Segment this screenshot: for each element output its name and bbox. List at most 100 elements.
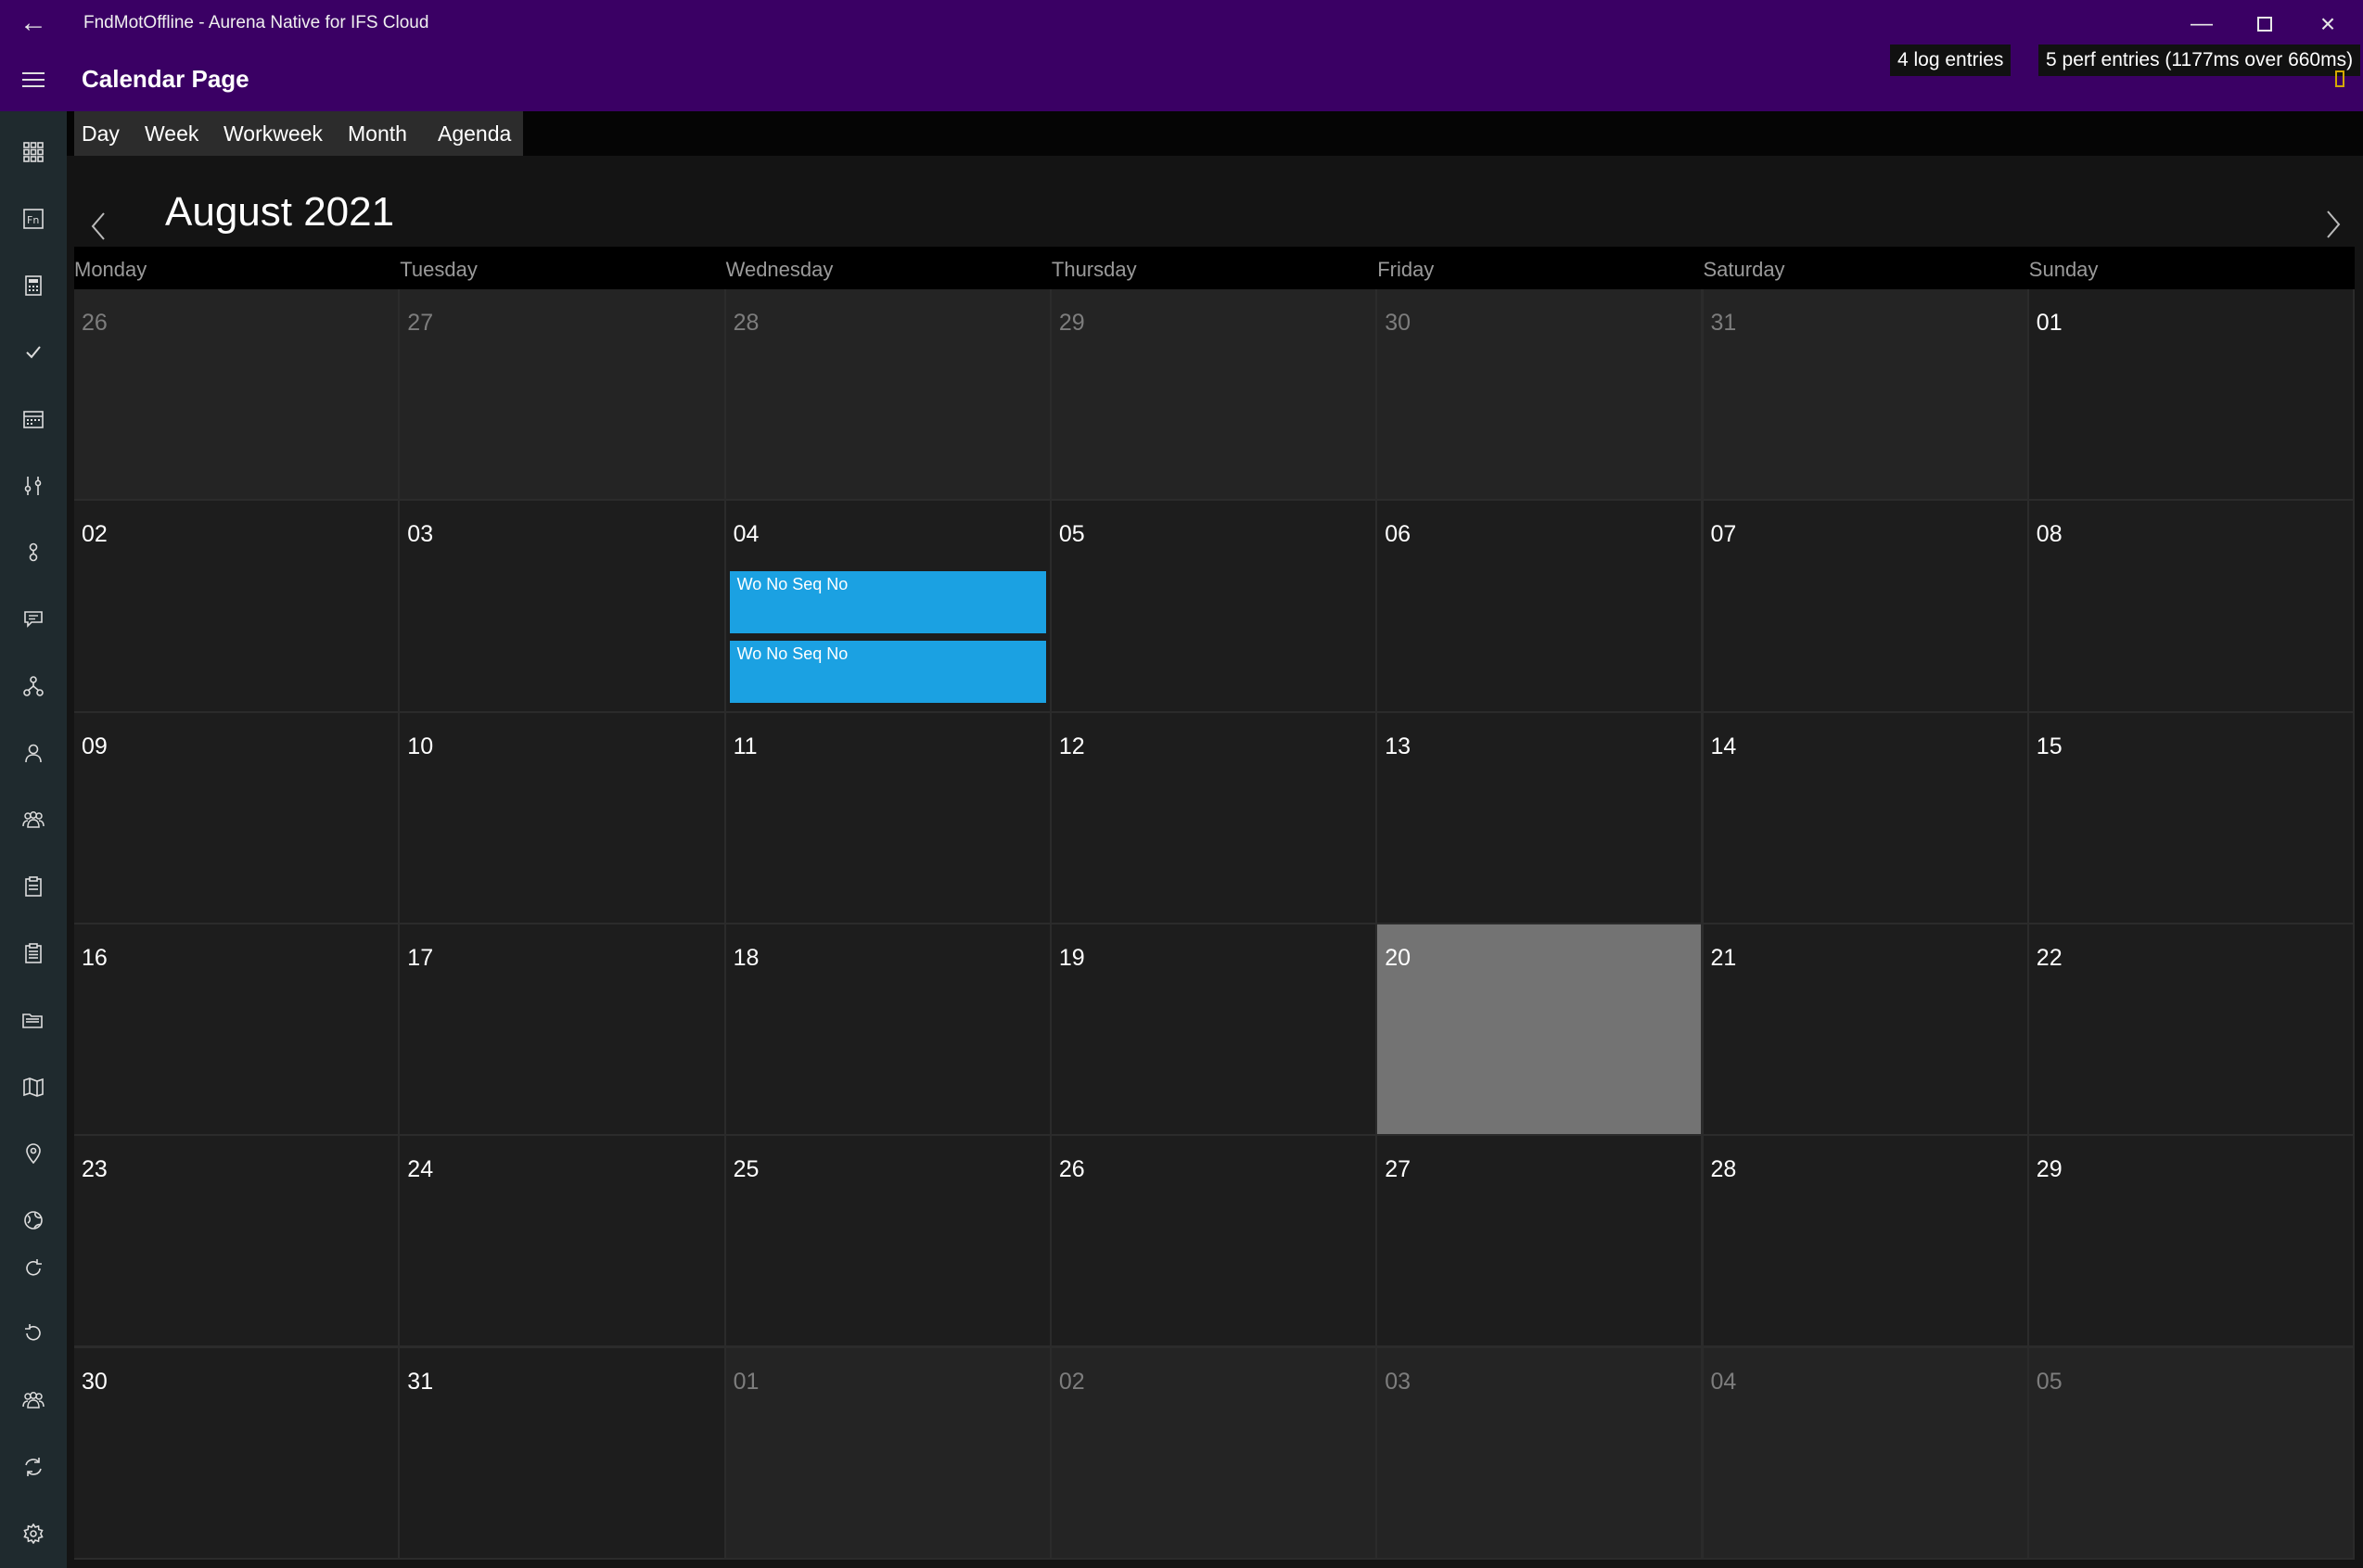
calendar-day-cell[interactable]: 26 xyxy=(1051,1136,1376,1346)
calendar-day-cell[interactable]: 28 xyxy=(725,289,1050,500)
calendar-event[interactable]: Wo No Seq No xyxy=(729,571,1046,634)
history-icon[interactable] xyxy=(19,1319,48,1348)
calendar-day-cell[interactable]: 02 xyxy=(74,501,399,711)
calendar-day-cell-today[interactable]: 20 xyxy=(1377,924,1702,1135)
globe-icon[interactable] xyxy=(19,1205,48,1235)
calendar-day-cell[interactable]: 03 xyxy=(1377,1347,1702,1558)
location-pin-icon[interactable] xyxy=(19,1139,48,1168)
calendar-day-cell[interactable]: 22 xyxy=(2028,924,2354,1135)
calendar-day-cell[interactable]: 30 xyxy=(74,1347,399,1558)
calendar-icon[interactable] xyxy=(19,404,48,434)
calendar-day-cell[interactable]: 07 xyxy=(1703,501,2027,711)
clipboard-list-icon[interactable] xyxy=(19,938,48,968)
group-icon[interactable] xyxy=(19,805,48,835)
day-number: 29 xyxy=(2036,1156,2063,1183)
sidebar: Fn xyxy=(0,111,67,1568)
day-number: 28 xyxy=(733,310,760,336)
calendar-day-cell[interactable]: 23 xyxy=(74,1136,399,1346)
chat-icon[interactable] xyxy=(19,605,48,634)
day-number: 09 xyxy=(82,733,108,759)
calendar-day-cell[interactable]: 28 xyxy=(1703,1136,2027,1346)
tab-week[interactable]: Week xyxy=(145,111,224,156)
calendar-day-cell[interactable]: 19 xyxy=(1051,924,1376,1135)
calendar-day-cell[interactable]: 27 xyxy=(1377,1136,1702,1346)
calculator-icon[interactable] xyxy=(19,271,48,300)
title-bar: ← FndMotOffline - Aurena Native for IFS … xyxy=(0,0,2363,111)
hamburger-menu-button[interactable] xyxy=(17,67,50,93)
folder-icon[interactable] xyxy=(19,1005,48,1035)
day-number: 22 xyxy=(2036,944,2063,971)
calendar-day-cell[interactable]: 15 xyxy=(2028,712,2354,923)
key-icon[interactable] xyxy=(19,538,48,567)
calendar-day-cell[interactable]: 01 xyxy=(725,1347,1050,1558)
calendar-day-cell[interactable]: 26 xyxy=(74,289,399,500)
calendar-day-cell[interactable]: 04 Wo No Seq No Wo No Seq No xyxy=(725,501,1050,711)
tab-month[interactable]: Month xyxy=(348,111,438,156)
weekday-label: Wednesday xyxy=(725,258,834,281)
calendar-day-cell[interactable]: 12 xyxy=(1051,712,1376,923)
calendar-day-cell[interactable]: 31 xyxy=(1703,289,2027,500)
settings-icon[interactable] xyxy=(19,1519,48,1549)
calendar-day-cell[interactable]: 18 xyxy=(725,924,1050,1135)
maximize-button[interactable] xyxy=(2233,4,2296,45)
calendar-day-cell[interactable]: 06 xyxy=(1377,501,1702,711)
calendar-day-cell[interactable]: 27 xyxy=(400,289,724,500)
calendar-day-cell[interactable]: 29 xyxy=(2028,1136,2354,1346)
back-button[interactable]: ← xyxy=(13,7,54,39)
map-icon[interactable] xyxy=(19,1072,48,1102)
weekday-label: Friday xyxy=(1377,258,1435,281)
calendar-day-cell[interactable]: 11 xyxy=(725,712,1050,923)
calendar-day-cell[interactable]: 21 xyxy=(1703,924,2027,1135)
checkmark-icon[interactable] xyxy=(19,338,48,367)
fn-icon[interactable]: Fn xyxy=(19,204,48,234)
day-number: 18 xyxy=(733,944,760,971)
calendar-day-cell[interactable]: 30 xyxy=(1377,289,1702,500)
clipboard-icon[interactable] xyxy=(19,872,48,901)
month-title: August 2021 xyxy=(165,189,395,235)
calendar-day-cell[interactable]: 31 xyxy=(400,1347,724,1558)
calendar-event[interactable]: Wo No Seq No xyxy=(729,641,1046,704)
tab-workweek[interactable]: Workweek xyxy=(224,111,348,156)
calendar-day-cell[interactable]: 10 xyxy=(400,712,724,923)
calendar-day-cell[interactable]: 02 xyxy=(1051,1347,1376,1558)
refresh-icon[interactable] xyxy=(19,1452,48,1482)
calendar-day-cell[interactable]: 01 xyxy=(2028,289,2354,500)
day-number: 19 xyxy=(1058,944,1085,971)
day-number: 01 xyxy=(2036,310,2063,336)
apps-grid-icon[interactable] xyxy=(19,137,48,167)
calendar-day-cell[interactable]: 24 xyxy=(400,1136,724,1346)
calendar-day-cell[interactable]: 13 xyxy=(1377,712,1702,923)
close-button[interactable]: × xyxy=(2296,4,2359,45)
close-icon: × xyxy=(2319,9,2336,38)
calendar-day-cell[interactable]: 04 xyxy=(1703,1347,2027,1558)
day-number: 31 xyxy=(407,1368,434,1395)
team-icon[interactable] xyxy=(19,1385,48,1415)
weekday-header-row: Monday Tuesday Wednesday Thursday Friday Satu… xyxy=(74,247,2355,289)
tab-agenda[interactable]: Agenda xyxy=(438,111,521,156)
calendar-day-cell[interactable]: 05 xyxy=(1051,501,1376,711)
perf-entries-badge[interactable]: 5 perf entries (1177ms over 660ms) xyxy=(2038,45,2361,76)
day-number: 01 xyxy=(733,1368,760,1395)
calendar-day-cell[interactable]: 03 xyxy=(400,501,724,711)
tab-day[interactable]: Day xyxy=(82,111,145,156)
minimize-button[interactable]: — xyxy=(2170,4,2233,45)
sliders-icon[interactable] xyxy=(19,471,48,501)
calendar-day-cell[interactable]: 25 xyxy=(725,1136,1050,1346)
chevron-left-icon xyxy=(91,212,105,240)
next-month-button[interactable] xyxy=(2320,206,2348,243)
network-icon[interactable] xyxy=(19,671,48,701)
calendar-day-cell[interactable]: 16 xyxy=(74,924,399,1135)
calendar-day-cell[interactable]: 29 xyxy=(1051,289,1376,500)
calendar-day-cell[interactable]: 05 xyxy=(2028,1347,2354,1558)
calendar-header: August 2021 xyxy=(67,156,2363,247)
weekday-label: Monday xyxy=(74,258,147,281)
calendar-day-cell[interactable]: 08 xyxy=(2028,501,2354,711)
sync-icon[interactable] xyxy=(19,1254,48,1283)
calendar-day-cell[interactable]: 14 xyxy=(1703,712,2027,923)
log-entries-badge[interactable]: 4 log entries xyxy=(1890,45,2012,76)
day-number: 03 xyxy=(1385,1368,1411,1395)
calendar-day-cell[interactable]: 09 xyxy=(74,712,399,923)
previous-month-button[interactable] xyxy=(83,208,111,245)
person-icon[interactable] xyxy=(19,738,48,768)
calendar-day-cell[interactable]: 17 xyxy=(400,924,724,1135)
